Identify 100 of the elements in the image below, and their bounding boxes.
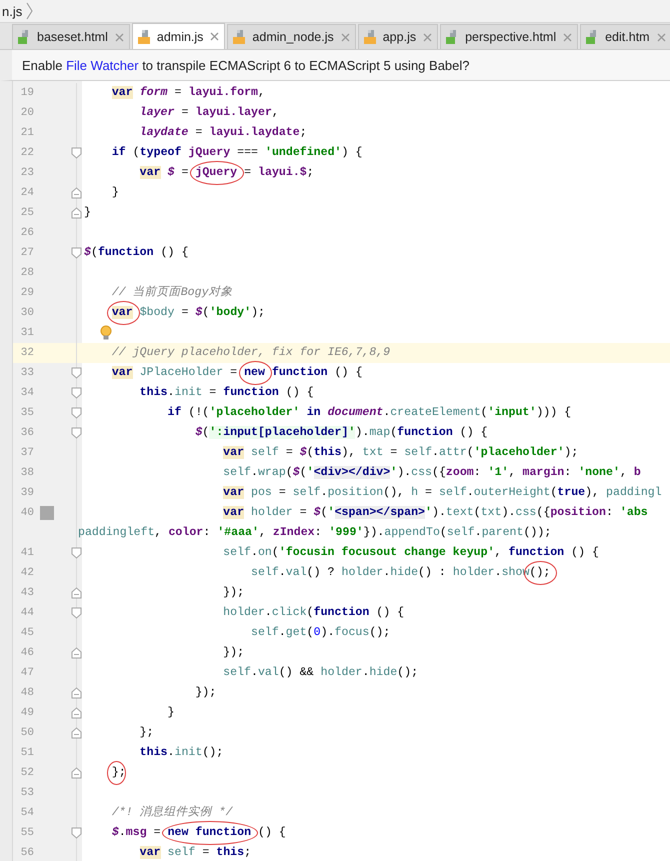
unfold-icon[interactable]	[71, 767, 82, 779]
code-line: laydate = layui.laydate;	[138, 126, 307, 139]
js-file-icon	[136, 28, 153, 44]
code-line: var JPlaceHolder = new function () {	[110, 366, 362, 379]
line-number: 39	[20, 486, 34, 501]
code-line: layer = layui.layer,	[138, 106, 279, 119]
fold-icon[interactable]	[71, 607, 82, 619]
unfold-icon[interactable]	[71, 587, 82, 599]
editor-tab[interactable]: edit.htm	[580, 24, 670, 49]
fold-icon[interactable]	[71, 387, 82, 399]
code-line: };	[110, 766, 126, 779]
chevron-right-icon	[26, 2, 34, 20]
code-line: var holder = $('<span></span>').text(txt).css({position: 'abs	[222, 506, 648, 519]
code-line: });	[194, 686, 216, 699]
line-number: 46	[20, 646, 34, 661]
fold-icon[interactable]	[71, 407, 82, 419]
bookmark-icon[interactable]	[40, 506, 54, 520]
close-icon[interactable]	[340, 32, 350, 42]
code-line: }	[166, 706, 174, 719]
line-number: 44	[20, 606, 34, 621]
close-icon[interactable]	[563, 32, 572, 42]
code-line: // 当前页面Bogy对象	[110, 286, 233, 299]
fold-icon[interactable]	[71, 827, 82, 839]
code-line: // jQuery placeholder, fix for IE6,7,8,9	[110, 346, 390, 359]
unfold-icon[interactable]	[71, 707, 82, 719]
code-line: self.val() && holder.hide();	[222, 666, 418, 679]
code-line: var form = layui.form,	[110, 86, 265, 99]
line-number: 45	[20, 626, 34, 641]
code-line: }	[110, 186, 119, 199]
line-number: 53	[20, 786, 34, 801]
code-line: this.init();	[138, 746, 224, 759]
close-icon[interactable]	[656, 32, 666, 42]
code-line: var self = $(this), txt = self.attr('placeholder');	[222, 446, 578, 459]
code-line: var $ = jQuery = layui.$;	[138, 166, 314, 179]
line-number: 32	[20, 346, 34, 361]
line-number: 26	[20, 226, 34, 241]
editor-tab[interactable]: app.js	[358, 24, 438, 49]
line-number: 50	[20, 726, 34, 741]
line-number: 52	[20, 766, 34, 781]
js-file-icon	[362, 29, 379, 45]
editor-tab[interactable]: baseset.html	[12, 24, 130, 49]
line-number: 43	[20, 586, 34, 601]
line-number: 41	[20, 546, 34, 561]
file-watcher-link[interactable]: File Watcher	[66, 58, 139, 72]
line-number: 48	[20, 686, 34, 701]
code-line: this.init = function () {	[138, 386, 314, 399]
line-number: 28	[20, 266, 34, 281]
line-number: 34	[20, 386, 34, 401]
code-line: holder.click(function () {	[222, 606, 404, 619]
code-line: var pos = self.position(), h = self.outerHeight(true), paddingl	[222, 486, 662, 499]
fold-icon[interactable]	[71, 247, 82, 259]
close-icon[interactable]	[423, 32, 432, 42]
unfold-icon[interactable]	[71, 187, 82, 199]
line-number: 47	[20, 666, 34, 681]
line-number: 25	[20, 206, 34, 221]
breadcrumb-item[interactable]: n.js	[2, 4, 22, 18]
code-line: self.on('focusin focusout change keyup', function () {	[222, 546, 599, 559]
code-line: var $body = $('body');	[110, 306, 265, 319]
line-number: 51	[20, 746, 34, 761]
fold-icon[interactable]	[71, 547, 82, 559]
unfold-icon[interactable]	[71, 727, 82, 739]
editor-tab[interactable]: admin.js	[132, 23, 226, 49]
line-number: 29	[20, 286, 34, 301]
line-number: 27	[20, 246, 34, 261]
line-number: 49	[20, 706, 34, 721]
code-line: self.get(0).focus();	[250, 626, 390, 639]
editor-tab[interactable]: admin_node.js	[227, 24, 356, 49]
code-line: });	[222, 646, 244, 659]
line-number: 30	[20, 306, 34, 321]
editor-tab[interactable]: perspective.html	[440, 24, 578, 49]
code-line: if (!('placeholder' in document.createElement('input'))) {	[166, 406, 572, 419]
lightbulb-icon[interactable]	[100, 325, 112, 341]
line-number: 54	[20, 806, 34, 821]
line-number: 55	[20, 826, 34, 841]
unfold-icon[interactable]	[71, 687, 82, 699]
code-line: var self = this;	[138, 846, 252, 859]
line-number: 38	[20, 466, 34, 481]
close-icon[interactable]	[210, 32, 220, 41]
line-number: 35	[20, 406, 34, 421]
line-number: 24	[20, 186, 34, 201]
banner-message: Enable File Watcher to transpile ECMAScript 6 to ECMAScript 5 using Babel?	[22, 58, 470, 72]
code-line: /*! 消息组件实例 */	[110, 806, 233, 819]
code-line: self.wrap($('<div></div>').css({zoom: '1', margin: 'none', b	[222, 466, 641, 479]
close-icon[interactable]	[114, 32, 124, 42]
line-number: 22	[20, 146, 34, 161]
line-number: 37	[20, 446, 34, 461]
fold-icon[interactable]	[71, 367, 82, 379]
unfold-icon[interactable]	[71, 207, 82, 219]
code-line: $.msg = new function () {	[110, 826, 286, 839]
line-number: 23	[20, 166, 34, 181]
line-number: 33	[20, 366, 34, 381]
code-line: }	[84, 206, 91, 219]
unfold-icon[interactable]	[71, 647, 82, 659]
code-line: if (typeof jQuery === 'undefined') {	[110, 146, 362, 159]
fold-icon[interactable]	[71, 427, 82, 439]
line-number: 19	[20, 86, 34, 101]
fold-icon[interactable]	[71, 147, 82, 159]
line-number: 31	[20, 326, 34, 341]
line-number: 36	[20, 426, 34, 441]
line-number: 21	[20, 126, 34, 141]
